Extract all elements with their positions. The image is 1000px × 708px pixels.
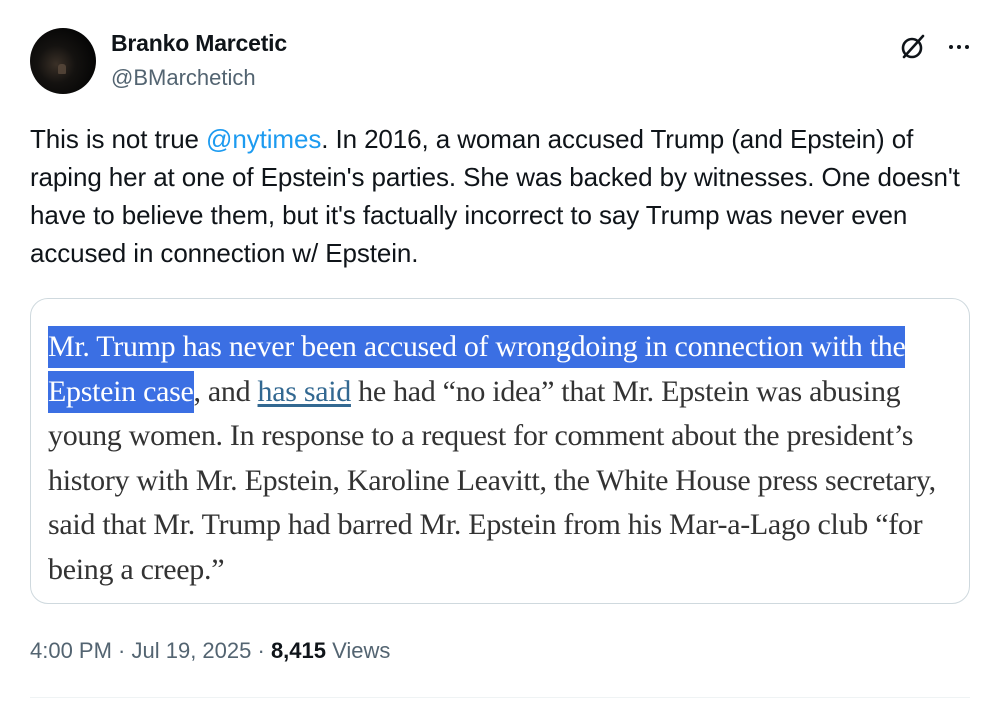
tweet-text: This is not true @nytimes. In 2016, a wo… (30, 120, 980, 272)
more-options-icon[interactable] (944, 32, 974, 62)
tweet-card: Branko Marcetic @BMarchetich This is not… (0, 0, 1000, 708)
tweet-meta: 4:00 PM · Jul 19, 2025 · 8,415 Views (30, 638, 390, 664)
nyt-article-excerpt: Mr. Trump has never been accused of wron… (48, 325, 948, 592)
tweet-time[interactable]: 4:00 PM (30, 638, 112, 663)
author-handle[interactable]: @BMarchetich (111, 65, 256, 91)
views-label: Views (326, 638, 391, 663)
meta-separator: · (251, 638, 271, 663)
author-display-name[interactable]: Branko Marcetic (111, 30, 287, 57)
divider (30, 697, 970, 698)
tweet-text-start: This is not true (30, 124, 207, 154)
avatar-figure (58, 64, 66, 74)
excerpt-text-mid: , and (193, 374, 258, 408)
grok-icon[interactable] (898, 32, 928, 62)
avatar[interactable] (30, 28, 96, 94)
mention-link[interactable]: @nytimes (206, 124, 321, 154)
meta-separator: · (111, 638, 132, 663)
has-said-link: has said (257, 374, 352, 408)
tweet-date[interactable]: Jul 19, 2025 (132, 638, 252, 663)
views-count[interactable]: 8,415 (271, 638, 326, 663)
quoted-image-card[interactable]: Mr. Trump has never been accused of wron… (30, 298, 970, 604)
